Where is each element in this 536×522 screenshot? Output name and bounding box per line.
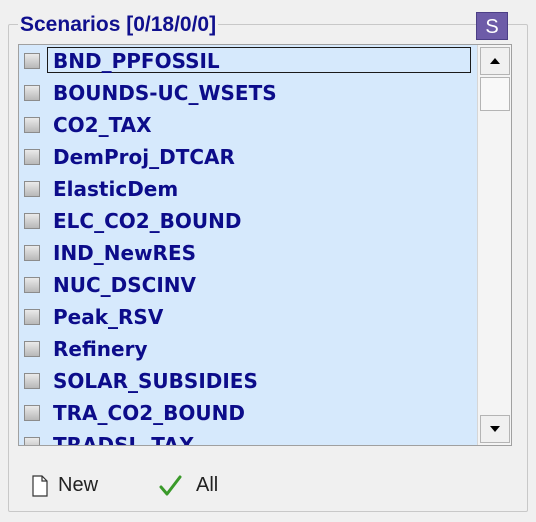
scenario-item[interactable]: ElasticDem <box>19 173 475 205</box>
scenario-item[interactable]: TRADSL_TAX <box>19 429 475 446</box>
scenario-label: TRADSL_TAX <box>53 433 195 446</box>
scenario-checkbox[interactable] <box>24 85 40 101</box>
scenario-label: BND_PPFOSSIL <box>47 47 471 73</box>
scenario-checkbox[interactable] <box>24 277 40 293</box>
scenario-label: IND_NewRES <box>53 241 197 265</box>
scenario-badge-button[interactable]: S <box>476 12 508 40</box>
scenario-rows: BND_PPFOSSIL BOUNDS-UC_WSETS CO2_TAX DemPro… <box>19 45 475 446</box>
scroll-thumb[interactable] <box>480 77 510 111</box>
new-button-label: New <box>58 474 99 496</box>
scenario-label: CO2_TAX <box>53 113 152 137</box>
scenario-checkbox[interactable] <box>24 149 40 165</box>
scenario-item[interactable]: BOUNDS-UC_WSETS <box>19 77 475 109</box>
scenario-label: Peak_RSV <box>53 305 164 329</box>
scenario-checkbox[interactable] <box>24 245 40 261</box>
scenario-checkbox[interactable] <box>24 213 40 229</box>
chevron-down-icon <box>490 426 500 432</box>
vertical-scrollbar[interactable] <box>477 45 511 445</box>
scenario-item[interactable]: ELC_CO2_BOUND <box>19 205 475 237</box>
scenario-item[interactable]: DemProj_DTCAR <box>19 141 475 173</box>
scenario-checkbox[interactable] <box>24 373 40 389</box>
scenario-item[interactable]: BND_PPFOSSIL <box>19 45 475 77</box>
select-all-button[interactable]: All <box>158 470 218 500</box>
scenario-item[interactable]: SOLAR_SUBSIDIES <box>19 365 475 397</box>
new-document-icon <box>32 475 48 497</box>
scenario-checkbox[interactable] <box>24 405 40 421</box>
scenario-label: ElasticDem <box>53 177 179 201</box>
scenarios-title: Scenarios [0/18/0/0] <box>18 12 219 38</box>
scroll-down-button[interactable] <box>480 415 510 443</box>
scenario-item[interactable]: TRA_CO2_BOUND <box>19 397 475 429</box>
scenario-item[interactable]: Peak_RSV <box>19 301 475 333</box>
new-button[interactable]: New <box>32 470 98 500</box>
scenario-checkbox[interactable] <box>24 341 40 357</box>
scenario-label: DemProj_DTCAR <box>53 145 235 169</box>
scenario-item[interactable]: NUC_DSCINV <box>19 269 475 301</box>
scenario-label: NUC_DSCINV <box>53 273 196 297</box>
scenario-checkbox[interactable] <box>24 53 40 69</box>
scenario-list[interactable]: BND_PPFOSSIL BOUNDS-UC_WSETS CO2_TAX DemPro… <box>18 44 512 446</box>
scenario-label: TRA_CO2_BOUND <box>53 401 245 425</box>
scenario-checkbox[interactable] <box>24 309 40 325</box>
scenario-label: BOUNDS-UC_WSETS <box>53 81 277 105</box>
scenario-label: SOLAR_SUBSIDIES <box>53 369 258 393</box>
scroll-up-button[interactable] <box>480 47 510 75</box>
scenario-item[interactable]: IND_NewRES <box>19 237 475 269</box>
scenario-checkbox[interactable] <box>24 117 40 133</box>
chevron-up-icon <box>490 58 500 64</box>
checkmark-icon <box>158 474 182 498</box>
scenario-label: ELC_CO2_BOUND <box>53 209 242 233</box>
scenario-item[interactable]: Refinery <box>19 333 475 365</box>
scenario-checkbox[interactable] <box>24 437 40 445</box>
select-all-label: All <box>196 474 219 496</box>
scenario-label: Refinery <box>53 337 148 361</box>
scenario-item[interactable]: CO2_TAX <box>19 109 475 141</box>
scenario-checkbox[interactable] <box>24 181 40 197</box>
